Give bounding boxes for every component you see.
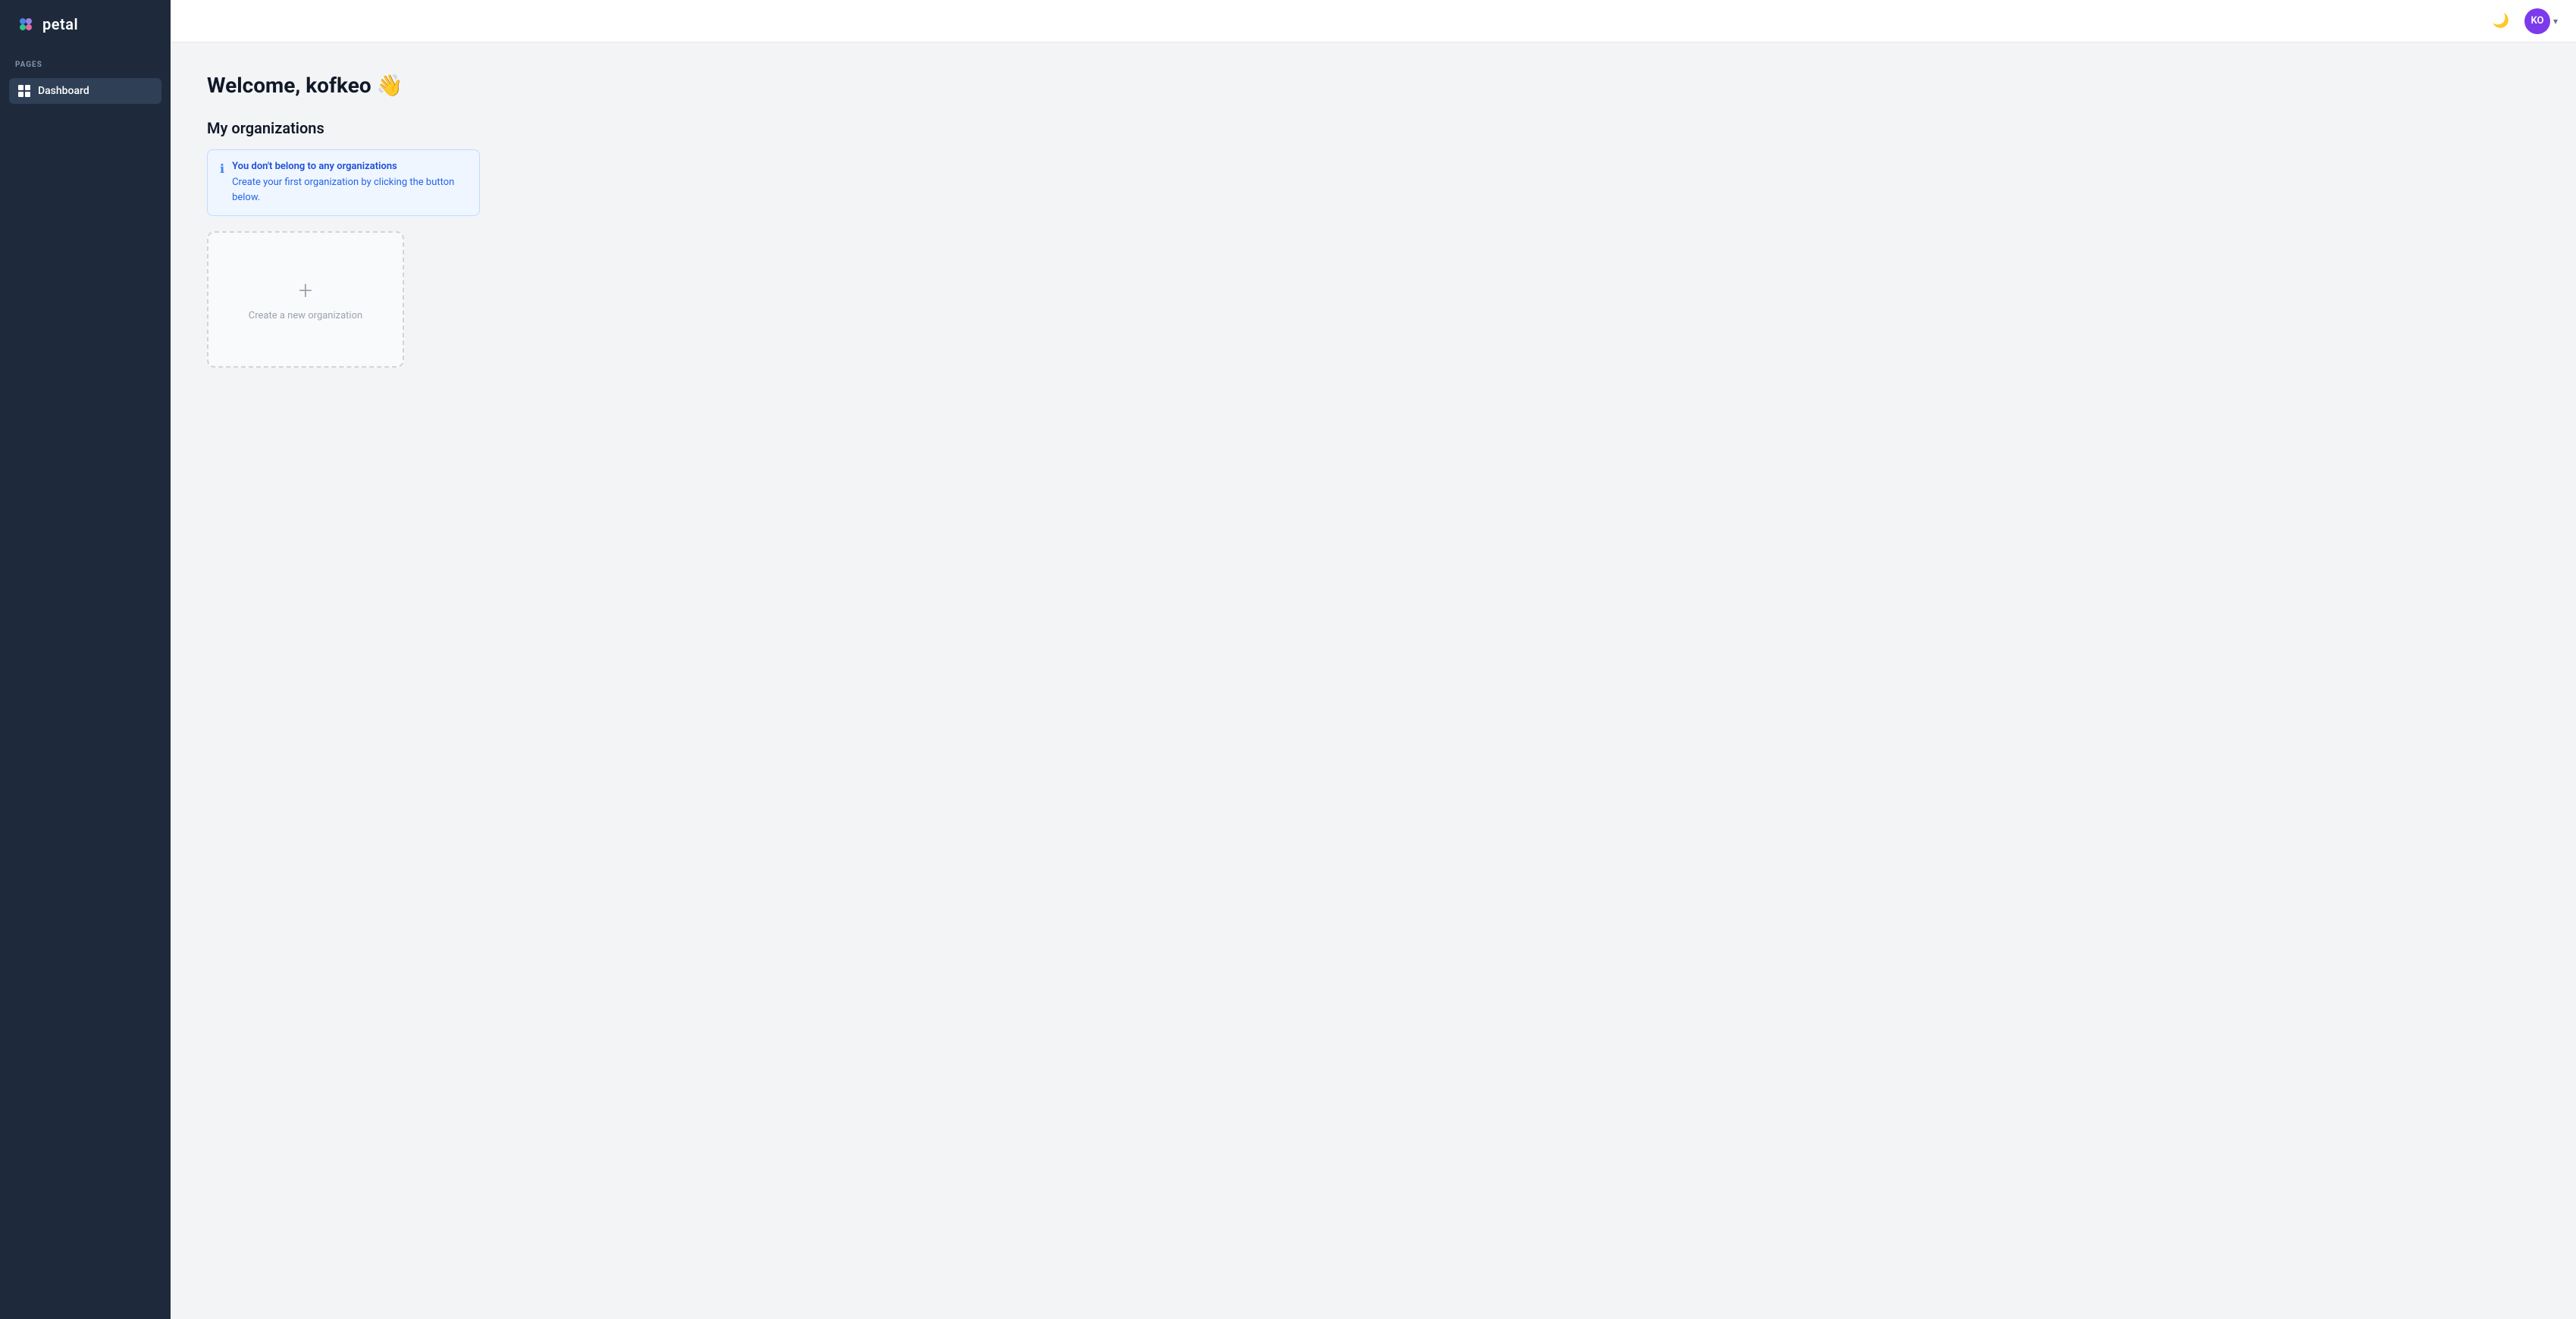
avatar: KO: [2524, 8, 2550, 34]
dashboard-icon: [18, 85, 30, 97]
info-icon: ℹ: [220, 161, 224, 205]
header: 🌙 KO ▾: [171, 0, 2576, 42]
logo-text: petal: [42, 15, 78, 33]
plus-icon: +: [299, 278, 312, 302]
theme-toggle-button[interactable]: 🌙: [2488, 8, 2514, 34]
info-banner: ℹ You don't belong to any organizations …: [207, 149, 480, 216]
wave-emoji: 👋: [377, 73, 403, 98]
sidebar-nav: Dashboard: [0, 75, 171, 107]
petal-logo-icon: [15, 14, 36, 35]
chevron-down-icon: ▾: [2553, 16, 2558, 27]
info-banner-title: You don't belong to any organizations: [232, 161, 467, 172]
info-content: You don't belong to any organizations Cr…: [232, 161, 467, 205]
main-content: Welcome, kofkeo 👋 My organizations ℹ You…: [171, 42, 2576, 1319]
pages-section-label: PAGES: [0, 49, 171, 75]
welcome-title: Welcome, kofkeo 👋: [207, 73, 2540, 98]
sidebar-item-dashboard-label: Dashboard: [38, 85, 89, 97]
create-org-label: Create a new organization: [249, 310, 362, 321]
moon-icon: 🌙: [2493, 13, 2509, 29]
sidebar-item-dashboard[interactable]: Dashboard: [9, 78, 161, 104]
info-banner-description: Create your first organization by clicki…: [232, 175, 467, 205]
welcome-text: Welcome, kofkeo: [207, 73, 371, 98]
sidebar: petal PAGES Dashboard: [0, 0, 171, 1319]
logo: petal: [0, 0, 171, 49]
user-menu-button[interactable]: KO ▾: [2524, 8, 2558, 34]
main-wrapper: 🌙 KO ▾ Welcome, kofkeo 👋 My organization…: [171, 0, 2576, 1319]
organizations-section-title: My organizations: [207, 119, 2540, 137]
create-org-card[interactable]: + Create a new organization: [207, 231, 404, 368]
